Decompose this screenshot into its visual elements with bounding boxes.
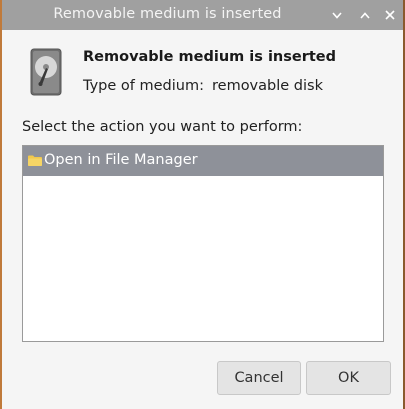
- close-icon: [385, 10, 395, 20]
- medium-type-label: Type of medium:: [83, 78, 204, 94]
- medium-type-value: removable disk: [212, 78, 323, 94]
- ok-button[interactable]: OK: [306, 361, 391, 395]
- hard-disk-icon: [30, 48, 62, 96]
- folder-icon: [28, 155, 42, 166]
- dialog-window: Removable medium is inserted Removable m…: [2, 0, 403, 409]
- minimize-button[interactable]: [327, 5, 347, 25]
- close-button[interactable]: [380, 5, 400, 25]
- action-open-in-file-manager[interactable]: Open in File Manager: [23, 146, 383, 176]
- maximize-button[interactable]: [355, 5, 375, 25]
- action-label: Open in File Manager: [44, 152, 198, 168]
- titlebar[interactable]: Removable medium is inserted: [2, 0, 403, 30]
- chevron-down-icon: [332, 11, 342, 19]
- chevron-up-icon: [360, 11, 370, 19]
- cancel-button[interactable]: Cancel: [217, 361, 301, 395]
- action-prompt: Select the action you want to perform:: [22, 119, 303, 135]
- dialog-heading: Removable medium is inserted: [83, 49, 337, 65]
- action-list[interactable]: Open in File Manager: [22, 145, 384, 342]
- window-title: Removable medium is inserted: [53, 6, 282, 22]
